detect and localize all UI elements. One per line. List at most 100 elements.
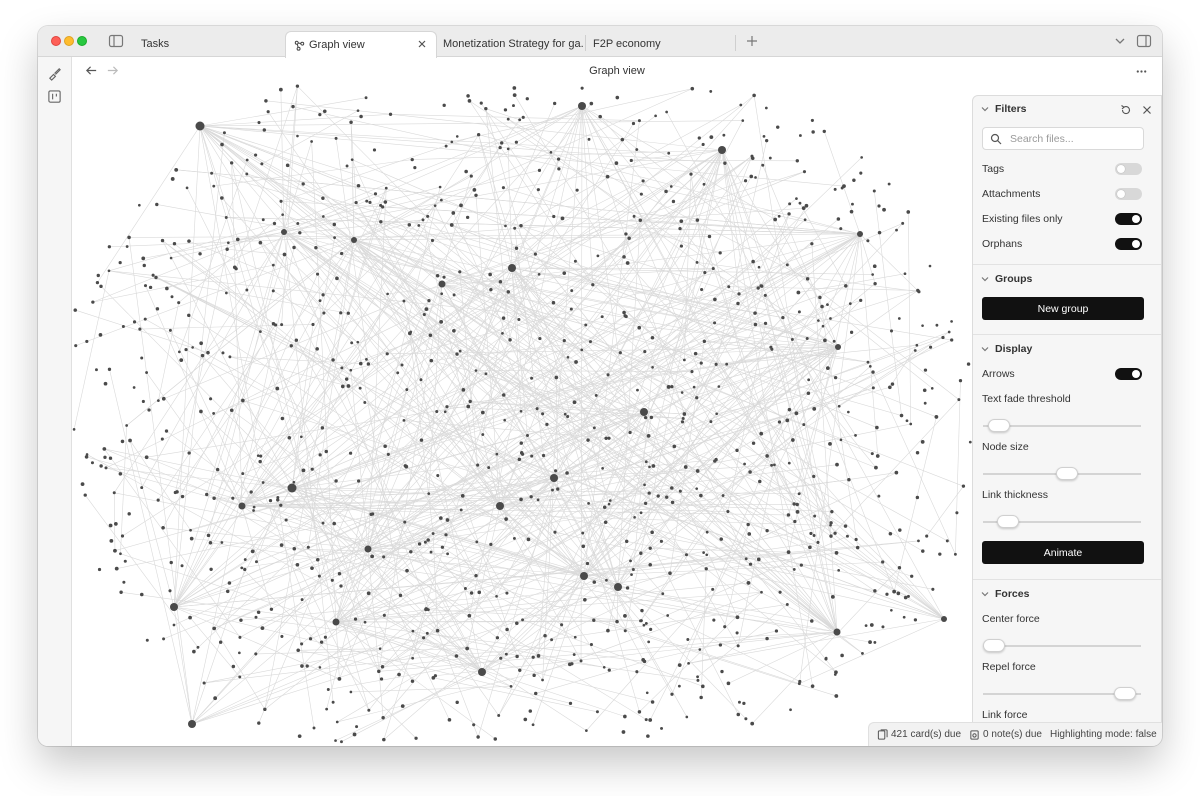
graph-node[interactable] — [553, 530, 557, 534]
graph-node[interactable] — [640, 608, 644, 613]
graph-node[interactable] — [587, 137, 591, 141]
graph-node[interactable] — [642, 623, 646, 627]
graph-node[interactable] — [669, 185, 673, 188]
graph-node[interactable] — [184, 347, 188, 352]
graph-node[interactable] — [358, 361, 363, 366]
graph-node[interactable] — [623, 629, 627, 633]
graph-node[interactable] — [188, 720, 196, 728]
graph-node[interactable] — [140, 356, 144, 360]
graph-node[interactable] — [261, 218, 265, 222]
graph-node[interactable] — [699, 361, 703, 365]
graph-node[interactable] — [822, 129, 826, 134]
graph-node[interactable] — [554, 469, 558, 473]
graph-node[interactable] — [316, 272, 320, 276]
graph-node[interactable] — [384, 186, 388, 190]
graph-node[interactable] — [356, 340, 360, 344]
graph-node[interactable] — [140, 486, 144, 490]
graph-node[interactable] — [208, 541, 213, 545]
graph-node[interactable] — [536, 654, 541, 658]
graph-node[interactable] — [84, 455, 89, 459]
graph-node[interactable] — [452, 328, 456, 333]
graph-node[interactable] — [785, 263, 789, 267]
graph-node[interactable] — [851, 202, 854, 206]
slider-handle[interactable] — [983, 639, 1006, 652]
graph-node[interactable] — [405, 568, 409, 573]
graph-node[interactable] — [923, 368, 928, 372]
graph-node[interactable] — [793, 519, 797, 524]
graph-node[interactable] — [168, 328, 172, 332]
graph-node[interactable] — [902, 615, 906, 619]
graph-node[interactable] — [295, 562, 300, 567]
graph-node[interactable] — [467, 613, 472, 618]
filters-section-header[interactable]: Filters — [981, 103, 1027, 115]
graph-node[interactable] — [690, 370, 694, 374]
graph-node[interactable] — [292, 480, 296, 484]
graph-node[interactable] — [536, 498, 540, 502]
graph-node[interactable] — [433, 204, 437, 207]
graph-node[interactable] — [849, 330, 854, 334]
graph-node[interactable] — [829, 521, 833, 525]
graph-node[interactable] — [518, 118, 522, 122]
graph-node[interactable] — [698, 648, 702, 651]
graph-node[interactable] — [580, 572, 588, 580]
graph-node[interactable] — [215, 467, 220, 472]
graph-node[interactable] — [650, 530, 654, 535]
graph-node[interactable] — [478, 668, 486, 676]
graph-node[interactable] — [795, 502, 799, 507]
graph-node[interactable] — [777, 420, 782, 424]
graph-node[interactable] — [439, 319, 444, 324]
graph-node[interactable] — [921, 324, 924, 327]
graph-node[interactable] — [425, 631, 429, 635]
graph-node[interactable] — [790, 338, 794, 341]
graph-node[interactable] — [379, 203, 383, 207]
graph-node[interactable] — [868, 365, 872, 368]
graph-node[interactable] — [349, 451, 353, 455]
graph-node[interactable] — [595, 710, 599, 714]
graph-node[interactable] — [404, 464, 409, 469]
graph-node[interactable] — [836, 217, 841, 221]
graph-node[interactable] — [713, 321, 717, 325]
graph-node[interactable] — [268, 498, 273, 503]
graph-node[interactable] — [279, 199, 283, 203]
slider-handle[interactable] — [1114, 687, 1137, 700]
graph-node[interactable] — [243, 567, 247, 572]
graph-node[interactable] — [928, 264, 932, 268]
graph-node[interactable] — [422, 312, 426, 317]
graph-node[interactable] — [735, 631, 739, 635]
graph-node[interactable] — [607, 668, 611, 672]
graph-node[interactable] — [643, 483, 646, 487]
graph-node[interactable] — [249, 490, 253, 494]
graph-node[interactable] — [319, 640, 324, 644]
graph-node[interactable] — [155, 202, 159, 207]
graph-node[interactable] — [206, 350, 210, 355]
graph-node[interactable] — [535, 407, 539, 411]
graph-node[interactable] — [705, 530, 709, 534]
graph-node[interactable] — [563, 412, 567, 416]
graph-node[interactable] — [589, 101, 594, 106]
graph-node[interactable] — [570, 289, 574, 292]
graph-node[interactable] — [888, 385, 892, 390]
graph-node[interactable] — [646, 734, 650, 738]
graph-node[interactable] — [260, 162, 264, 166]
graph-node[interactable] — [877, 494, 881, 498]
graph-node[interactable] — [259, 454, 263, 458]
graph-node[interactable] — [797, 682, 801, 686]
graph-node[interactable] — [747, 532, 752, 536]
graph-node[interactable] — [541, 678, 544, 682]
graph-node[interactable] — [504, 652, 508, 656]
graph-node[interactable] — [381, 716, 385, 720]
graph-node[interactable] — [568, 701, 573, 705]
graph-node[interactable] — [238, 675, 242, 679]
graph-node[interactable] — [125, 424, 129, 427]
graph-node[interactable] — [239, 618, 243, 622]
graph-node[interactable] — [118, 260, 122, 265]
graph-node[interactable] — [677, 663, 682, 668]
graph-node[interactable] — [431, 532, 435, 535]
graph-node[interactable] — [423, 540, 427, 544]
graph-node[interactable] — [736, 712, 741, 717]
graph-node[interactable] — [501, 393, 506, 397]
graph-node[interactable] — [821, 324, 825, 328]
graph-node[interactable] — [164, 429, 169, 433]
graph-node[interactable] — [737, 292, 741, 296]
graph-node[interactable] — [713, 459, 717, 463]
